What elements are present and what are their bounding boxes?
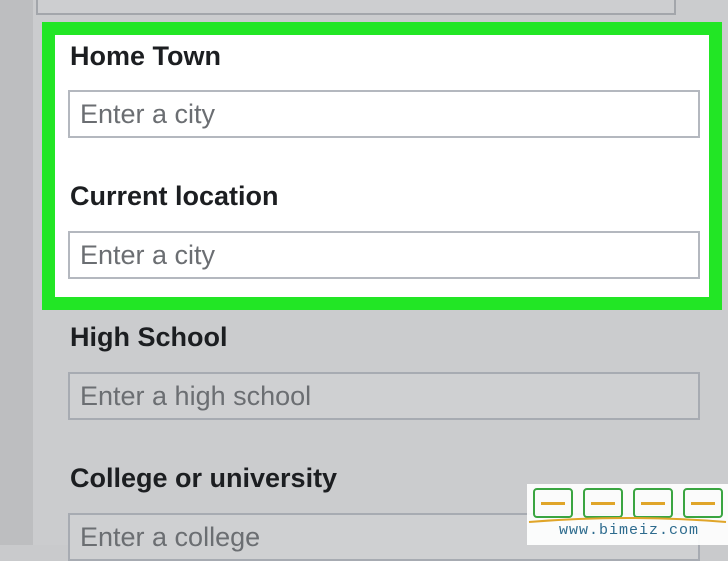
watermark-url: www.bimeiz.com: [559, 522, 700, 539]
watermark: www.bimeiz.com: [527, 484, 728, 545]
watermark-glyph-icon: [533, 488, 573, 518]
previous-field-edge[interactable]: [36, 0, 676, 15]
watermark-glyph-icon: [683, 488, 723, 518]
home-town-label: Home Town: [70, 41, 221, 71]
home-town-input[interactable]: [68, 90, 700, 138]
current-location-label: Current location: [70, 181, 279, 211]
watermark-logo: [533, 486, 723, 520]
left-sidebar-strip: [0, 0, 33, 545]
watermark-glyph-icon: [633, 488, 673, 518]
college-label: College or university: [70, 463, 338, 493]
current-location-input[interactable]: [68, 231, 700, 279]
high-school-label: High School: [70, 322, 228, 352]
watermark-glyph-icon: [583, 488, 623, 518]
high-school-input[interactable]: [68, 372, 700, 420]
